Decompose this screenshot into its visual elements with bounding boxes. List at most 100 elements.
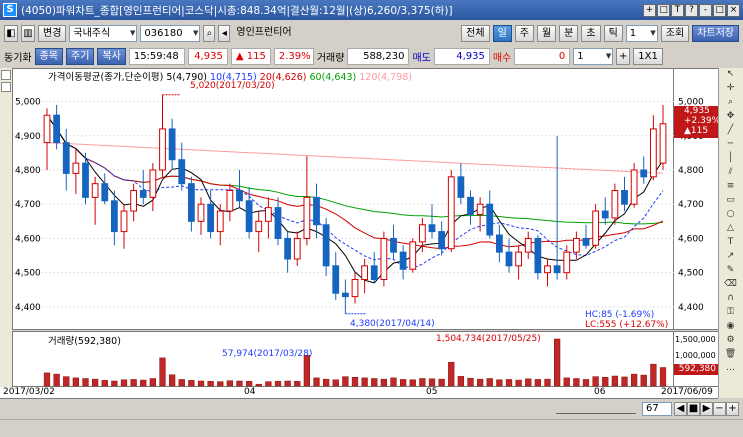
- cursor-icon[interactable]: ↖: [721, 69, 740, 82]
- layout-icon[interactable]: ◧: [4, 24, 18, 42]
- view-minute-button[interactable]: 분: [559, 24, 579, 42]
- candle-up: [255, 220, 263, 233]
- view-daily-button[interactable]: 일: [492, 24, 512, 42]
- save-chart-button[interactable]: 차트저장: [692, 24, 739, 42]
- view-second-button[interactable]: 초: [581, 24, 601, 42]
- vline-icon[interactable]: │: [721, 153, 740, 166]
- arrow-icon[interactable]: ↗: [721, 251, 740, 264]
- current-price: 4,935: [684, 106, 710, 116]
- candle-down: [101, 183, 109, 202]
- rect-icon[interactable]: ▭: [721, 195, 740, 208]
- sell-label: 매도: [412, 52, 431, 64]
- scale-button[interactable]: 1X1: [633, 47, 663, 65]
- candle-down: [505, 251, 513, 267]
- ma5-line: [46, 114, 664, 284]
- pencil-icon[interactable]: ✎: [721, 265, 740, 278]
- view-all-button[interactable]: 전체: [461, 24, 490, 42]
- change-pct-value: 2.39%: [273, 47, 314, 65]
- next-page-icon[interactable]: ▶: [700, 402, 713, 416]
- candle-down: [110, 200, 118, 233]
- eye-icon[interactable]: ◉: [721, 321, 740, 334]
- circle-icon[interactable]: ○: [721, 209, 740, 222]
- candle-down: [640, 169, 648, 178]
- add-window-button[interactable]: +: [643, 3, 656, 17]
- price-tick-label: 4,800: [678, 166, 704, 176]
- prev-page-icon[interactable]: ◀: [674, 402, 687, 416]
- market-select[interactable]: 국내주식: [69, 24, 138, 42]
- candle-down: [370, 265, 378, 281]
- split-icon[interactable]: ▥: [21, 24, 35, 42]
- channel-icon[interactable]: ⫽: [721, 167, 740, 180]
- tab-period[interactable]: 주기: [66, 47, 95, 65]
- zoom-slider[interactable]: [556, 404, 636, 414]
- zoom-icon[interactable]: ⌕: [721, 97, 740, 110]
- view-weekly-button[interactable]: 주: [514, 24, 534, 42]
- search-icon[interactable]: ⌕: [203, 24, 216, 42]
- volume-bar: [130, 379, 137, 387]
- query-button[interactable]: 조회: [660, 24, 690, 42]
- stock-code-input[interactable]: 036180: [140, 24, 201, 42]
- tab-stock[interactable]: 종목: [34, 47, 64, 65]
- volume-legend: 거래량(592,380): [48, 336, 121, 347]
- count-input[interactable]: 67: [642, 402, 672, 416]
- volume-bar: [611, 375, 619, 387]
- help-button[interactable]: ?: [685, 3, 698, 17]
- view-monthly-button[interactable]: 월: [536, 24, 557, 42]
- volume-bar: [428, 378, 436, 387]
- more-icon[interactable]: …: [721, 363, 740, 376]
- volume-axis-svg: 1,500,0001,000,000500,000: [675, 335, 716, 375]
- fibo-icon[interactable]: ≡: [721, 181, 740, 194]
- maximize-button[interactable]: □: [713, 3, 726, 17]
- tab-copy[interactable]: 복사: [97, 47, 126, 65]
- pan-icon[interactable]: ✥: [721, 111, 740, 124]
- volume-bar: [399, 379, 407, 387]
- magnet-icon[interactable]: ∩: [721, 293, 740, 306]
- volume-bar: [371, 378, 378, 387]
- add-icon[interactable]: +: [616, 47, 631, 65]
- expand-icon[interactable]: [1, 82, 11, 92]
- price-tick-label-left: 5,000: [15, 98, 41, 108]
- text-icon[interactable]: T: [721, 237, 740, 250]
- trash-icon[interactable]: 🗑: [721, 349, 740, 362]
- price-chart-pane[interactable]: 5,000 4,900 4,800 4,700 4,600 4,500 4,400: [12, 68, 675, 330]
- candle-up: [592, 210, 600, 246]
- zoom-in-icon[interactable]: +: [726, 402, 739, 416]
- lock-icon[interactable]: ⚿: [721, 307, 740, 320]
- minimize-button[interactable]: -: [699, 3, 712, 17]
- candle-down: [178, 159, 186, 185]
- volume-tick-label: 1,000,000: [675, 351, 716, 360]
- collapse-icon[interactable]: [1, 70, 11, 80]
- prev-stock-icon[interactable]: ◂: [218, 24, 231, 42]
- volume-bar: [467, 377, 474, 387]
- view-tick-button[interactable]: 틱: [603, 24, 623, 42]
- volume-bar: [255, 383, 262, 387]
- zoom-out-icon[interactable]: −: [713, 402, 726, 416]
- eraser-icon[interactable]: ⌫: [721, 279, 740, 292]
- volume-bar: [515, 379, 522, 387]
- change-button[interactable]: 변경: [38, 24, 67, 42]
- volume-bar: [72, 377, 80, 387]
- candle-up: [216, 210, 224, 233]
- volume-bar: [332, 379, 339, 387]
- candle-down: [168, 128, 176, 161]
- price-tick-label: 4,400: [678, 303, 704, 313]
- hline-icon[interactable]: ─: [721, 139, 740, 152]
- close-button[interactable]: ×: [727, 3, 740, 17]
- settings-icon[interactable]: ⚙: [721, 335, 740, 348]
- text-button[interactable]: T: [671, 3, 684, 17]
- candle-down: [534, 237, 542, 274]
- volume-bar: [582, 379, 590, 387]
- volume-bar: [419, 378, 426, 387]
- triangle-icon[interactable]: △: [721, 223, 740, 236]
- buy-label: 매수: [492, 52, 512, 64]
- stop-icon[interactable]: ■: [687, 402, 700, 416]
- link-button[interactable]: □: [657, 3, 670, 17]
- candle-down: [322, 224, 330, 267]
- period-select[interactable]: 1: [625, 24, 658, 42]
- overlay-select[interactable]: 1: [573, 47, 614, 65]
- candle-up: [120, 210, 128, 233]
- trendline-icon[interactable]: ╱: [721, 125, 740, 138]
- window-title: (4050)파워차트_종합[영인프런티어|코스닥|시총:848.34억|결산월:…: [21, 4, 453, 17]
- candle-up: [409, 241, 417, 270]
- crosshair-icon[interactable]: ✛: [721, 83, 740, 96]
